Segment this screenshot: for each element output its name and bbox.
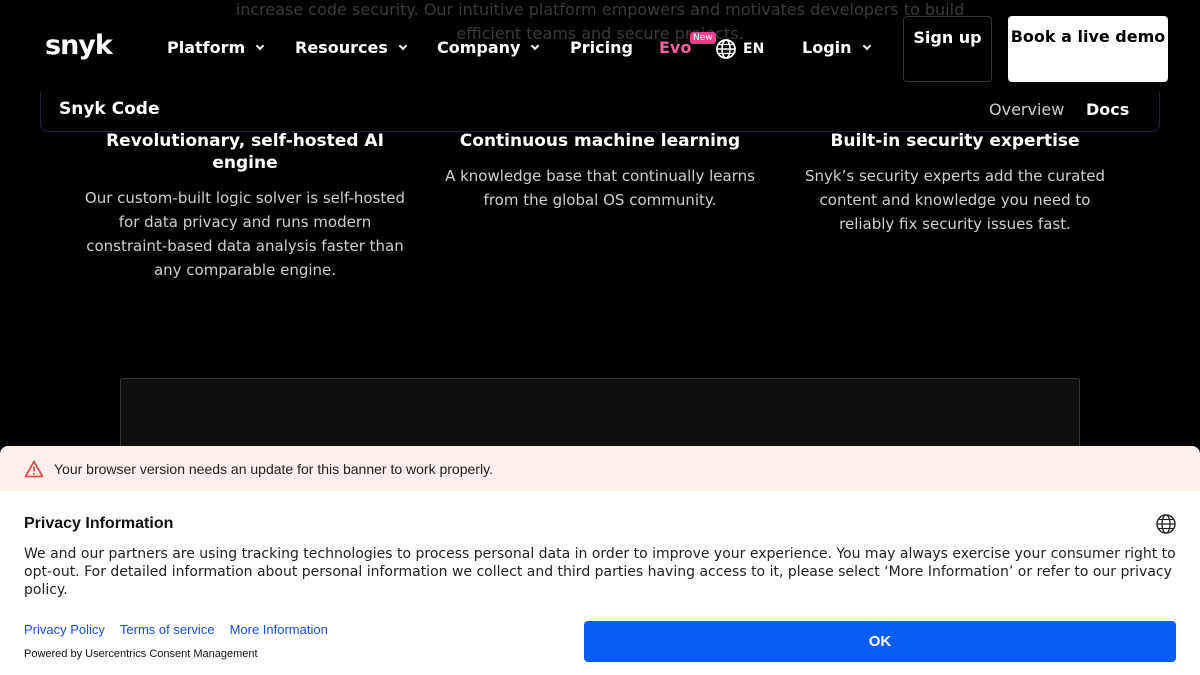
browser-warning-banner: Your browser version needs an update for… <box>0 446 1200 491</box>
nav-platform-label: Platform <box>167 38 246 57</box>
nav-resources-label: Resources <box>295 38 388 57</box>
language-label: EN <box>743 41 765 57</box>
feature-body: Snyk’s security experts add the curated … <box>805 167 1105 233</box>
product-subnav: Snyk Code Overview Docs <box>40 92 1160 132</box>
sign-up-button[interactable]: Sign up <box>903 16 992 82</box>
feature-card: Built-in security expertise Snyk’s secur… <box>790 130 1120 236</box>
nav-pricing-label: Pricing <box>570 38 633 57</box>
feature-title: Revolutionary, self-hosted AI engine <box>106 131 384 173</box>
subnav-docs-link[interactable]: Docs <box>1086 100 1129 119</box>
feature-title: Built-in security expertise <box>830 131 1080 151</box>
consent-description: We and our partners are using tracking t… <box>24 546 1176 598</box>
book-demo-button[interactable]: Book a live demo <box>1008 16 1168 82</box>
nav-company[interactable]: Company <box>437 38 540 57</box>
subnav-title[interactable]: Snyk Code <box>59 99 160 119</box>
new-badge: New <box>690 32 716 44</box>
privacy-consent-banner: Privacy Information We and our partners … <box>0 491 1200 675</box>
feature-card: Revolutionary, self-hosted AI engine Our… <box>80 130 410 282</box>
consent-title: Privacy Information <box>24 515 174 532</box>
more-information-link[interactable]: More Information <box>230 622 328 637</box>
privacy-policy-link[interactable]: Privacy Policy <box>24 622 105 637</box>
nav-login[interactable]: Login <box>802 38 871 57</box>
terms-of-service-link[interactable]: Terms of service <box>120 622 215 637</box>
nav-company-label: Company <box>437 38 521 57</box>
top-navigation: snyk Platform Resources Company Pricing … <box>0 0 1200 96</box>
subnav-overview-link[interactable]: Overview <box>989 100 1064 119</box>
chevron-down-icon <box>255 41 265 50</box>
nav-pricing[interactable]: Pricing <box>570 38 633 57</box>
feature-card: Continuous machine learning A knowledge … <box>445 130 755 212</box>
nav-resources[interactable]: Resources <box>295 38 408 57</box>
nav-evo-label: Evo <box>659 38 692 57</box>
feature-body: Our custom-built logic solver is self-ho… <box>84 189 406 279</box>
snyk-logo[interactable]: snyk <box>45 30 113 61</box>
nav-login-label: Login <box>802 38 852 57</box>
chevron-down-icon <box>531 41 540 50</box>
feature-title: Continuous machine learning <box>459 131 741 151</box>
globe-icon[interactable] <box>1155 513 1177 535</box>
ok-button[interactable]: OK <box>584 621 1176 662</box>
globe-icon <box>716 39 736 59</box>
powered-by-text: Powered by Usercentrics Consent Manageme… <box>24 648 258 660</box>
feature-body: A knowledge base that continually learns… <box>445 167 755 209</box>
chevron-down-icon <box>398 41 408 50</box>
nav-evo[interactable]: Evo <box>659 38 691 57</box>
consent-links: Privacy Policy Terms of service More Inf… <box>24 622 328 637</box>
language-selector[interactable]: EN <box>715 38 764 60</box>
warning-icon <box>24 460 44 477</box>
nav-platform[interactable]: Platform <box>167 38 265 57</box>
warning-text: Your browser version needs an update for… <box>54 460 493 477</box>
chevron-down-icon <box>862 41 871 50</box>
